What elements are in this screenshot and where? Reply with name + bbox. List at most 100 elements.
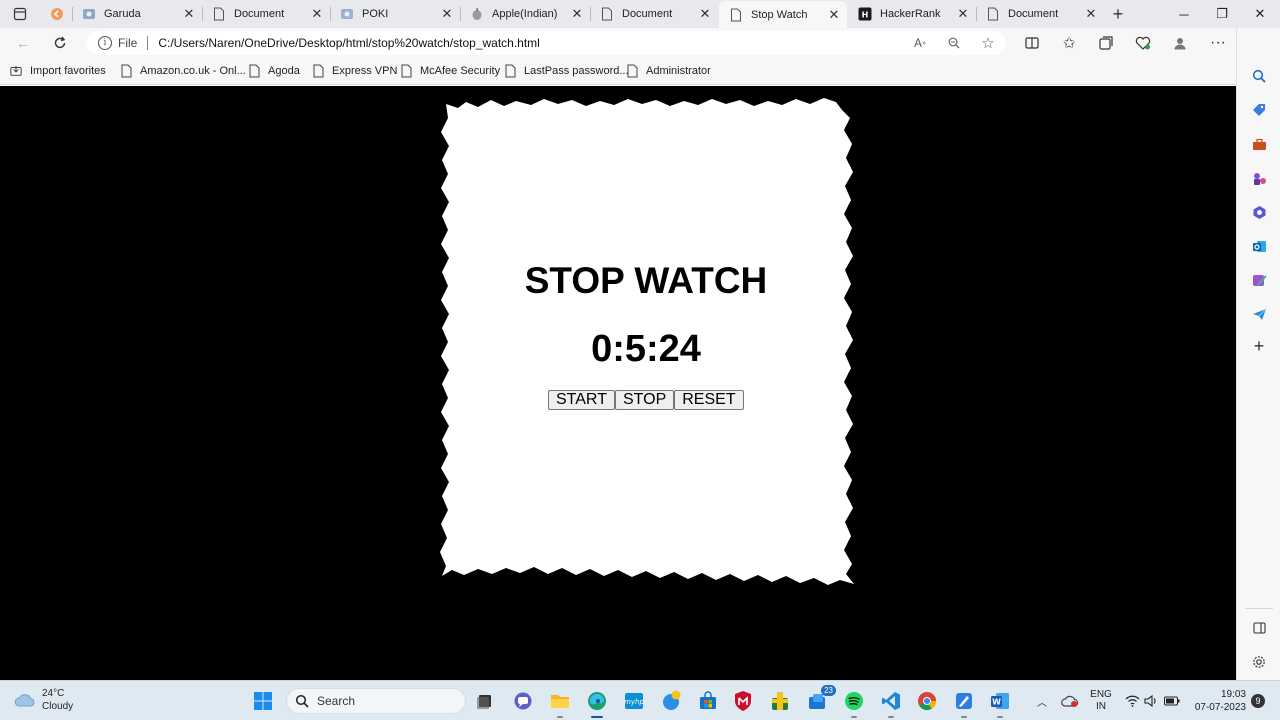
app-button[interactable]: [952, 689, 976, 718]
split-screen-button[interactable]: [1020, 31, 1044, 55]
wifi-button[interactable]: [1124, 689, 1140, 713]
sidebar-drop-button[interactable]: [1249, 304, 1269, 324]
close-icon[interactable]: ✕: [956, 6, 970, 21]
edge-button[interactable]: [585, 689, 609, 718]
collections-button[interactable]: [1094, 31, 1118, 55]
favorite-star-icon[interactable]: ☆: [978, 33, 998, 53]
zoom-icon[interactable]: [944, 33, 964, 53]
favorite-agoda[interactable]: Agoda: [248, 63, 300, 79]
hp-button[interactable]: myhp: [622, 689, 646, 713]
reset-button[interactable]: RESET: [674, 390, 744, 410]
tray-security-icon-button[interactable]: [1060, 689, 1080, 713]
stop-button[interactable]: STOP: [614, 390, 675, 410]
favorites-button[interactable]: ✩: [1057, 31, 1081, 55]
minimize-button[interactable]: ─: [1166, 0, 1202, 28]
volume-button[interactable]: [1143, 689, 1159, 713]
favorite-amazon[interactable]: Amazon.co.uk - Onl...: [120, 63, 246, 79]
game-button[interactable]: [768, 689, 792, 713]
sidebar-microsoft365-button[interactable]: [1249, 202, 1269, 222]
gear-icon: [1253, 656, 1265, 668]
teams-chat-button[interactable]: [511, 689, 535, 713]
maximize-icon: ❐: [1216, 6, 1228, 21]
notification-center-badge[interactable]: 9: [1251, 694, 1265, 708]
weather-condition: Cloudy: [42, 701, 74, 712]
close-window-button[interactable]: ✕: [1242, 0, 1278, 28]
sidebar-games-button[interactable]: [1249, 168, 1269, 188]
garuda-favicon: [82, 7, 96, 21]
file-explorer-button[interactable]: [548, 689, 572, 718]
split-screen-icon: [1025, 37, 1039, 49]
favorite-import[interactable]: Import favorites: [10, 63, 106, 79]
read-aloud-icon[interactable]: A»: [910, 33, 930, 53]
close-icon[interactable]: ✕: [827, 7, 841, 22]
tab-document-2[interactable]: Document ✕: [590, 2, 718, 26]
info-icon[interactable]: i: [98, 36, 112, 50]
tab-title: Garuda: [104, 8, 141, 20]
close-icon[interactable]: ✕: [310, 6, 324, 21]
spotify-button[interactable]: [842, 689, 866, 718]
folder-icon: [551, 695, 569, 708]
edge-sidebar: +: [1236, 28, 1280, 680]
collections-icon: [1099, 36, 1113, 50]
close-icon[interactable]: ✕: [440, 6, 454, 21]
sidebar-designer-button[interactable]: [1249, 270, 1269, 290]
close-icon[interactable]: ✕: [570, 6, 584, 21]
close-icon: ✕: [1254, 6, 1266, 21]
tab-document-1[interactable]: Document ✕: [202, 2, 330, 26]
tab-title: Document: [622, 8, 673, 20]
refresh-button[interactable]: [48, 31, 72, 55]
start-button[interactable]: [251, 689, 275, 713]
taskbar-search[interactable]: Search: [286, 688, 466, 714]
show-hidden-icons-button[interactable]: ︿: [1034, 689, 1050, 713]
start-button[interactable]: START: [548, 390, 615, 410]
vscode-button[interactable]: [879, 689, 903, 718]
profile-button[interactable]: [1168, 31, 1192, 55]
language-indicator[interactable]: ENG IN: [1088, 689, 1114, 713]
favorite-label: McAfee Security: [420, 65, 501, 77]
battery-button[interactable]: [1163, 689, 1181, 713]
mcafee-button[interactable]: [731, 689, 755, 713]
tab-document-3[interactable]: Document ✕: [976, 2, 1104, 26]
copilot-button[interactable]: [659, 689, 683, 713]
settings-more-button[interactable]: ···: [1206, 31, 1230, 55]
favorite-lastpass[interactable]: LastPass password...: [504, 63, 629, 79]
chrome-button[interactable]: [915, 689, 939, 713]
favorite-express-vpn[interactable]: Express VPN: [312, 63, 397, 79]
sidebar-hide-button[interactable]: [1249, 618, 1269, 638]
tab-hackerrank[interactable]: H HackerRank ✕: [848, 2, 976, 26]
new-tab-button[interactable]: +: [1108, 4, 1128, 24]
weather-widget[interactable]: 24°C Cloudy: [14, 687, 73, 713]
tab-poki[interactable]: POKI ✕: [330, 2, 460, 26]
system-clock[interactable]: 19:03 07-07-2023: [1190, 688, 1246, 714]
task-view-icon: [477, 695, 491, 709]
tab-apple-indian[interactable]: Apple(Indian) ✕: [460, 2, 590, 26]
weather-temp: 24°C: [42, 688, 65, 699]
favorite-label: Express VPN: [332, 65, 398, 77]
sidebar-tools-button[interactable]: [1249, 134, 1269, 154]
maximize-button[interactable]: ❐: [1204, 0, 1240, 28]
close-icon[interactable]: ✕: [1084, 6, 1098, 21]
clock-time: 19:03: [1220, 689, 1246, 700]
back-button[interactable]: ←: [11, 31, 35, 55]
close-icon[interactable]: ✕: [182, 6, 196, 21]
favorite-administrator[interactable]: Administrator: [626, 63, 711, 79]
tab-actions-button[interactable]: [8, 4, 32, 24]
close-icon[interactable]: ✕: [698, 6, 712, 21]
browser-essentials-button[interactable]: [1131, 31, 1155, 55]
sidebar-add-button[interactable]: +: [1249, 336, 1269, 356]
url-text[interactable]: C:/Users/Naren/OneDrive/Desktop/html/sto…: [158, 36, 540, 50]
sidebar-settings-button[interactable]: [1249, 652, 1269, 672]
sidebar-search-button[interactable]: [1249, 66, 1269, 86]
favorite-mcafee[interactable]: McAfee Security: [400, 63, 500, 79]
tab-garuda[interactable]: Garuda ✕: [72, 2, 202, 26]
tab-pinned-extension[interactable]: [40, 2, 70, 26]
sidebar-outlook-button[interactable]: [1249, 236, 1269, 256]
tab-stop-watch[interactable]: Stop Watch ✕: [719, 1, 847, 28]
teams-button[interactable]: 23: [806, 685, 836, 713]
address-bar[interactable]: i File C:/Users/Naren/OneDrive/Desktop/h…: [86, 31, 1006, 55]
sidebar-shopping-button[interactable]: [1249, 100, 1269, 120]
favorites-list-icon: ✩: [1062, 35, 1076, 52]
store-button[interactable]: [696, 689, 720, 713]
task-view-button[interactable]: [473, 689, 497, 713]
word-button[interactable]: W: [988, 689, 1012, 718]
